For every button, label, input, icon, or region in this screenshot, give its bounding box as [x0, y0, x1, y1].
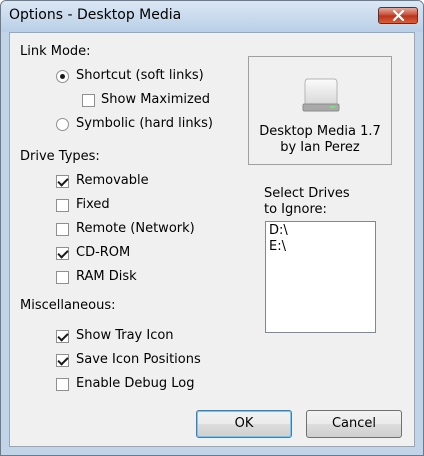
save-icon-positions-checkbox[interactable]	[56, 354, 69, 367]
drive-types-heading: Drive Types:	[20, 149, 100, 164]
show-tray-icon-label[interactable]: Show Tray Icon	[76, 328, 174, 343]
shortcut-label[interactable]: Shortcut (soft links)	[76, 68, 204, 83]
dialog-body: Link Mode: Shortcut (soft links) Show Ma…	[9, 32, 415, 447]
removable-label[interactable]: Removable	[76, 173, 149, 188]
ram-disk-label[interactable]: RAM Disk	[76, 269, 137, 284]
removable-checkbox[interactable]	[56, 175, 69, 188]
cd-rom-label[interactable]: CD-ROM	[76, 245, 130, 260]
show-maximized-checkbox[interactable]	[82, 94, 95, 107]
ram-disk-checkbox[interactable]	[56, 271, 69, 284]
list-item[interactable]: E:\	[269, 239, 286, 254]
fixed-label[interactable]: Fixed	[76, 197, 110, 212]
fixed-checkbox[interactable]	[56, 199, 69, 212]
ignore-drives-label-1: Select Drives	[264, 186, 350, 201]
close-button[interactable]	[378, 7, 418, 24]
link-mode-heading: Link Mode:	[20, 44, 91, 59]
ok-button[interactable]: OK	[196, 410, 292, 438]
miscellaneous-heading: Miscellaneous:	[20, 298, 116, 313]
cancel-button[interactable]: Cancel	[306, 410, 402, 438]
window-title: Options - Desktop Media	[9, 7, 182, 23]
enable-debug-log-label[interactable]: Enable Debug Log	[76, 376, 195, 391]
remote-network-checkbox[interactable]	[56, 223, 69, 236]
save-icon-positions-label[interactable]: Save Icon Positions	[76, 352, 201, 367]
list-item[interactable]: D:\	[269, 223, 288, 238]
remote-network-label[interactable]: Remote (Network)	[76, 221, 195, 236]
enable-debug-log-checkbox[interactable]	[56, 378, 69, 391]
close-icon	[392, 10, 405, 21]
show-maximized-label[interactable]: Show Maximized	[101, 92, 210, 107]
symbolic-label[interactable]: Symbolic (hard links)	[76, 116, 213, 131]
app-author: by Ian Perez	[280, 140, 360, 155]
title-bar[interactable]: Options - Desktop Media	[1, 1, 423, 32]
ignore-drives-label-2: to Ignore:	[264, 202, 327, 217]
drive-icon	[302, 78, 340, 112]
show-tray-icon-checkbox[interactable]	[56, 330, 69, 343]
ignore-drives-listbox[interactable]: D:\ E:\	[265, 221, 376, 333]
about-panel: Desktop Media 1.7 by Ian Perez	[248, 56, 392, 165]
symbolic-radio[interactable]	[56, 118, 69, 131]
app-name-version: Desktop Media 1.7	[259, 124, 381, 139]
cd-rom-checkbox[interactable]	[56, 247, 69, 260]
options-window: Options - Desktop Media Link Mode: Short…	[0, 0, 424, 456]
shortcut-radio[interactable]	[56, 70, 69, 83]
